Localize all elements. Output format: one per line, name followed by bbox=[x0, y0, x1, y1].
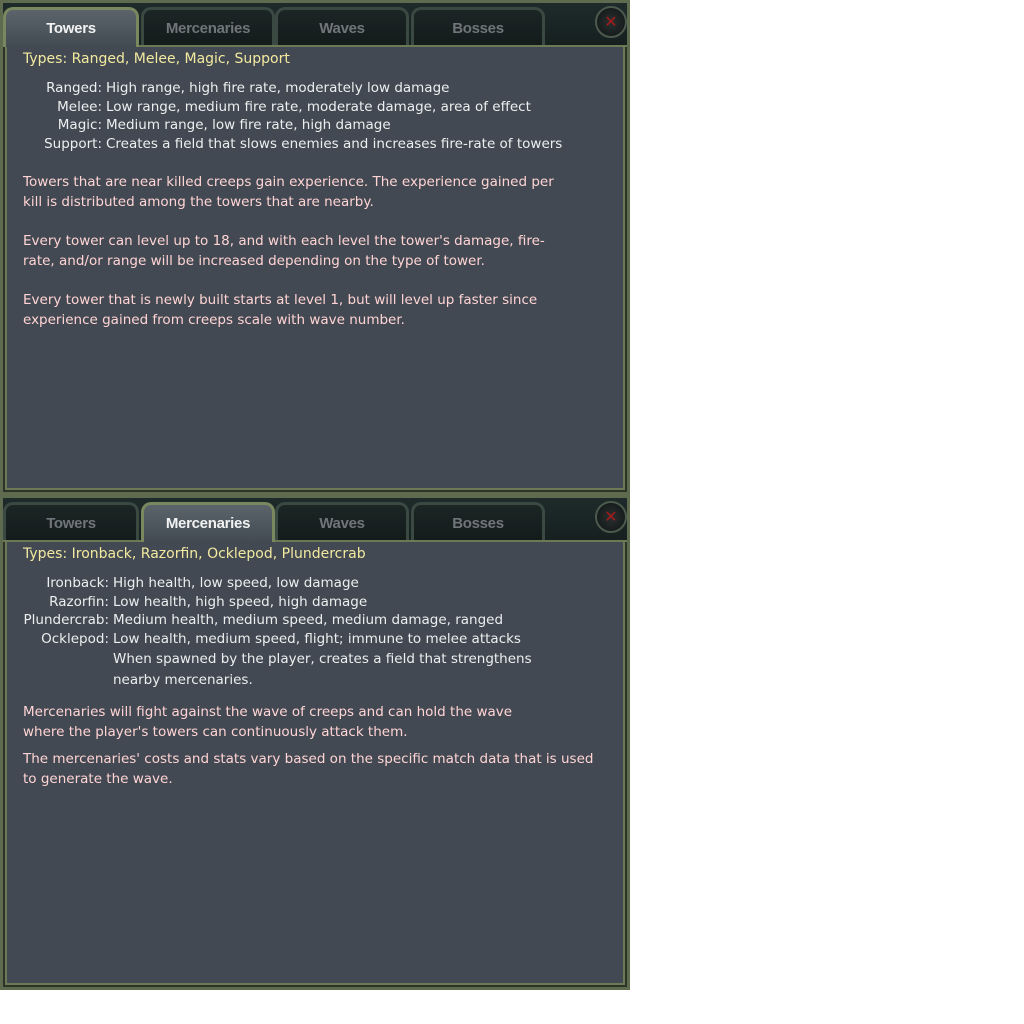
tab-towers[interactable]: Towers bbox=[3, 502, 139, 540]
definition-label: Razorfin: bbox=[49, 593, 109, 610]
definition-row: nearby mercenaries. bbox=[7, 671, 619, 690]
definition-row: Magic: Medium range, low fire rate, high… bbox=[23, 116, 619, 135]
info-note: Towers that are near killed creeps gain … bbox=[23, 174, 554, 210]
towers-info-panel: Towers Mercenaries Waves Bosses ✕ Types:… bbox=[0, 0, 630, 495]
definition-label: Plundercrab: bbox=[23, 612, 110, 628]
definition-desc: Low health, high speed, high damage bbox=[113, 593, 368, 610]
definition-label: Ranged: bbox=[46, 80, 102, 96]
definition-label: Ocklepod: bbox=[41, 630, 109, 647]
definition-row: When spawned by the player, creates a fi… bbox=[7, 650, 619, 669]
definition-label: Support: bbox=[44, 135, 102, 152]
definition-row: Melee: Low range, medium fire rate, mode… bbox=[23, 98, 619, 117]
info-note: The mercenaries' costs and stats vary ba… bbox=[23, 751, 594, 787]
tab-mercenaries[interactable]: Mercenaries bbox=[141, 502, 275, 542]
tab-bar: Towers Mercenaries Waves Bosses ✕ bbox=[3, 498, 627, 542]
definition-desc: nearby mercenaries. bbox=[113, 671, 253, 688]
definition-label bbox=[7, 671, 109, 690]
definition-label: Melee: bbox=[57, 98, 102, 115]
definition-desc: High range, high fire rate, moderately l… bbox=[106, 80, 450, 96]
tab-towers[interactable]: Towers bbox=[3, 7, 139, 47]
types-heading: Types: Ranged, Melee, Magic, Support bbox=[23, 51, 290, 67]
definition-row: Support: Creates a field that slows enem… bbox=[23, 135, 619, 154]
tab-bosses[interactable]: Bosses bbox=[411, 502, 545, 540]
tab-waves[interactable]: Waves bbox=[275, 502, 409, 540]
definition-desc: Medium health, medium speed, medium dama… bbox=[113, 612, 504, 628]
tab-bar: Towers Mercenaries Waves Bosses ✕ bbox=[3, 3, 627, 47]
definition-row: Plundercrab: Medium health, medium speed… bbox=[7, 611, 619, 630]
definition-desc: Low health, medium speed, flight; immune… bbox=[113, 630, 521, 647]
tab-waves[interactable]: Waves bbox=[275, 7, 409, 45]
tab-mercenaries[interactable]: Mercenaries bbox=[141, 7, 275, 45]
tab-bosses[interactable]: Bosses bbox=[411, 7, 545, 45]
definition-desc: Creates a field that slows enemies and i… bbox=[106, 135, 563, 152]
mercenaries-info-panel: Towers Mercenaries Waves Bosses ✕ Types:… bbox=[0, 495, 630, 990]
towers-content: Types: Ranged, Melee, Magic, Support Ran… bbox=[23, 51, 619, 330]
close-icon[interactable]: ✕ bbox=[595, 6, 627, 38]
mercenaries-content: Types: Ironback, Razorfin, Ocklepod, Plu… bbox=[7, 546, 619, 789]
definition-label: Magic: bbox=[57, 117, 102, 133]
info-note: Every tower can level up to 18, and with… bbox=[23, 233, 545, 269]
close-icon[interactable]: ✕ bbox=[595, 501, 627, 533]
definition-row: Razorfin: Low health, high speed, high d… bbox=[7, 593, 619, 612]
definition-label bbox=[7, 650, 109, 669]
definition-row: Ranged: High range, high fire rate, mode… bbox=[23, 79, 619, 98]
definition-list: Ironback: High health, low speed, low da… bbox=[7, 574, 619, 689]
types-heading: Types: Ironback, Razorfin, Ocklepod, Plu… bbox=[23, 546, 366, 562]
definition-label: Ironback: bbox=[46, 575, 109, 591]
info-note: Mercenaries will fight against the wave … bbox=[23, 704, 513, 740]
definition-desc: When spawned by the player, creates a fi… bbox=[113, 651, 532, 667]
definition-row: Ocklepod: Low health, medium speed, flig… bbox=[7, 630, 619, 649]
definition-desc: High health, low speed, low damage bbox=[113, 575, 359, 591]
definition-list: Ranged: High range, high fire rate, mode… bbox=[23, 79, 619, 153]
definition-row: Ironback: High health, low speed, low da… bbox=[7, 574, 619, 593]
definition-desc: Medium range, low fire rate, high damage bbox=[106, 117, 391, 133]
info-note: Every tower that is newly built starts a… bbox=[23, 292, 538, 328]
definition-desc: Low range, medium fire rate, moderate da… bbox=[106, 98, 531, 115]
